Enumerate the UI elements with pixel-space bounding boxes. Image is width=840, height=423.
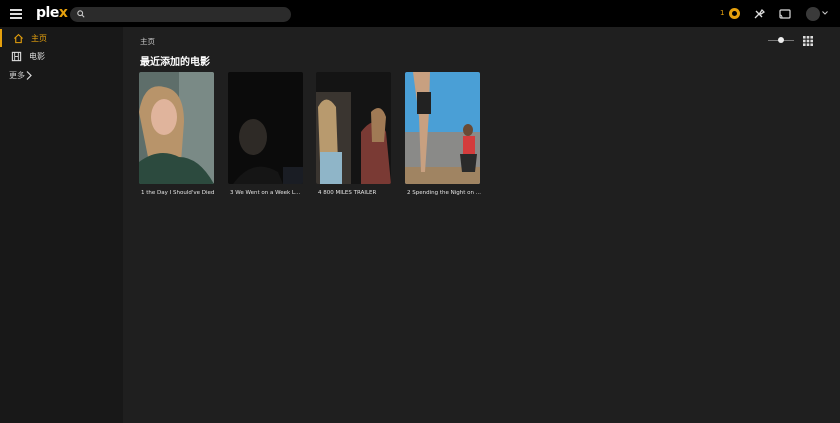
search-icon: [77, 10, 85, 18]
plex-logo[interactable]: plex: [36, 5, 68, 21]
movie-poster[interactable]: [139, 72, 214, 184]
movie-title[interactable]: 2 Spending the Night on ...: [407, 190, 487, 196]
avatar[interactable]: [806, 7, 820, 21]
search-input[interactable]: [70, 7, 291, 22]
movie-poster[interactable]: [316, 72, 391, 184]
sidebar: 主页 电影 更多: [0, 27, 123, 423]
breadcrumb[interactable]: 主页: [140, 36, 155, 47]
movie-title[interactable]: 3 We Went on a Week L...: [230, 190, 310, 196]
sidebar-item-label: 电影: [29, 52, 45, 61]
home-icon: [13, 33, 24, 44]
hamburger-menu-icon[interactable]: [10, 9, 22, 19]
sidebar-item-home[interactable]: 主页: [0, 29, 123, 47]
top-bar: plex 1: [0, 0, 840, 27]
movie-card[interactable]: 3 We Went on a Week L...: [228, 72, 303, 196]
chevron-right-icon: [26, 71, 32, 80]
film-icon: [11, 51, 22, 62]
movie-poster[interactable]: [405, 72, 480, 184]
settings-wrench-icon[interactable]: [753, 8, 765, 20]
slider-handle[interactable]: [778, 37, 784, 43]
movie-title[interactable]: 1 the Day I Should've Died: [141, 190, 221, 196]
sidebar-item-label: 主页: [31, 34, 47, 43]
sidebar-more-button[interactable]: 更多: [9, 70, 32, 81]
sidebar-item-movies[interactable]: 电影: [0, 47, 123, 65]
movie-card[interactable]: 2 Spending the Night on ...: [405, 72, 481, 196]
movie-card[interactable]: 4 800 MILES TRAILER: [316, 72, 391, 196]
section-title[interactable]: 最近添加的电影: [140, 53, 210, 68]
grid-view-icon[interactable]: [803, 36, 813, 46]
sidebar-more-label: 更多: [9, 71, 25, 80]
movie-title[interactable]: 4 800 MILES TRAILER: [318, 190, 398, 196]
chevron-down-icon[interactable]: [822, 11, 828, 15]
activity-icon[interactable]: [729, 8, 740, 19]
cast-icon[interactable]: [779, 9, 791, 19]
movie-card[interactable]: 1 the Day I Should've Died: [139, 72, 214, 196]
activity-count: 1: [720, 9, 725, 17]
movie-poster[interactable]: [228, 72, 303, 184]
